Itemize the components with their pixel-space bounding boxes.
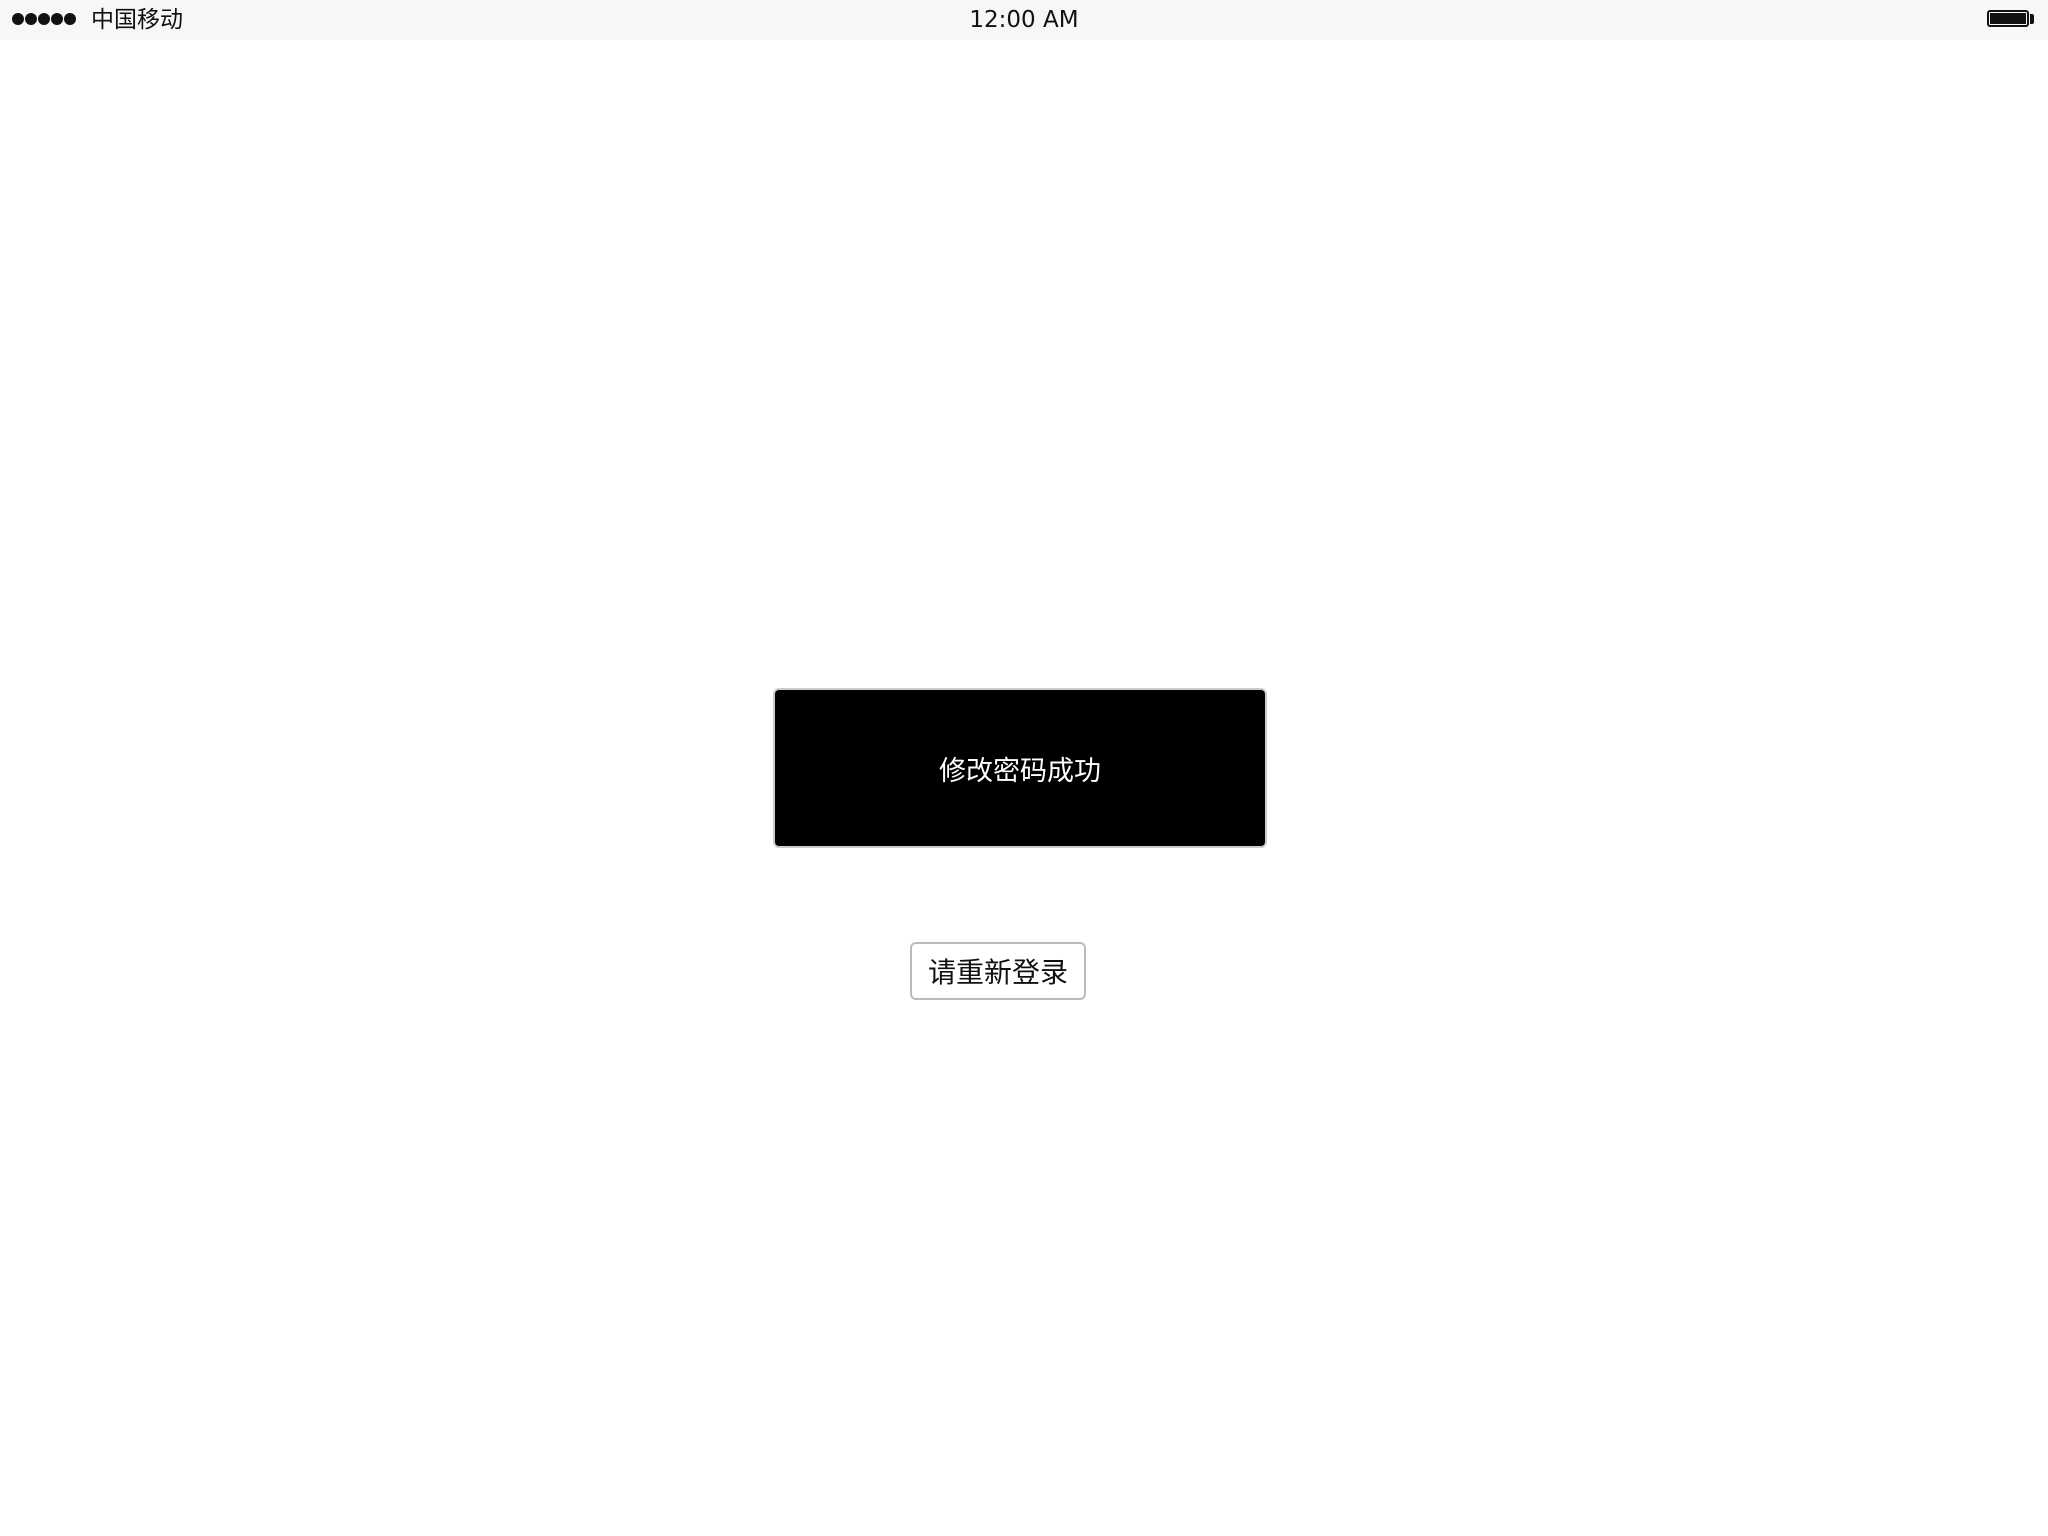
- toast-message: 修改密码成功: [939, 755, 1101, 787]
- status-bar: 中国移动 12:00 AM: [0, 0, 2048, 40]
- battery-icon: [1987, 10, 2029, 27]
- success-toast: 修改密码成功: [773, 688, 1267, 848]
- battery-fill: [1990, 13, 2026, 24]
- status-time: 12:00 AM: [969, 7, 1079, 33]
- battery-nub: [2030, 14, 2034, 24]
- relogin-button[interactable]: 请重新登录: [910, 942, 1086, 1000]
